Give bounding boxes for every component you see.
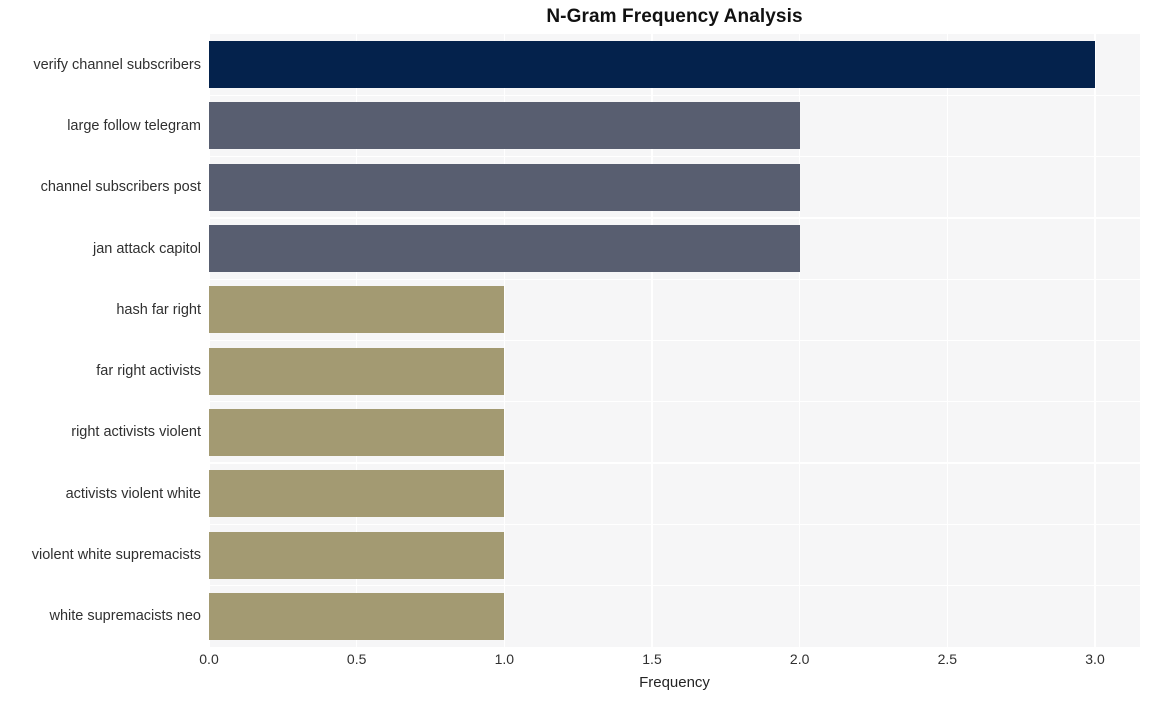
y-axis-tick-label: jan attack capitol	[92, 240, 201, 257]
chart-figure: N-Gram Frequency Analysis verify channel…	[0, 0, 1149, 701]
x-axis-tick-label: 2.0	[789, 651, 810, 667]
x-axis-tick-label: 2.5	[937, 651, 958, 667]
x-axis-label: Frequency	[639, 674, 710, 691]
bar[interactable]	[209, 41, 1095, 89]
x-axis-tick-label: 0.5	[346, 651, 367, 667]
y-axis-tick-label: right activists violent	[71, 424, 201, 441]
bar[interactable]	[209, 102, 800, 150]
bar[interactable]	[209, 470, 505, 518]
y-axis-tick-label: violent white supremacists	[31, 547, 201, 564]
y-axis-tick-label: channel subscribers post	[40, 179, 201, 196]
bar[interactable]	[209, 408, 505, 456]
y-axis-tick-label: verify channel subscribers	[33, 56, 201, 73]
horizontal-gridline	[209, 339, 1140, 342]
horizontal-gridline	[209, 278, 1140, 280]
horizontal-gridline	[209, 401, 1140, 403]
horizontal-gridline	[209, 217, 1140, 219]
y-axis-tick-label: hash far right	[116, 301, 201, 318]
horizontal-gridline	[209, 94, 1140, 96]
bar[interactable]	[209, 225, 800, 273]
y-axis-tick-label: large follow telegram	[67, 117, 201, 134]
horizontal-gridline	[209, 523, 1140, 526]
x-axis-tick-label: 1.0	[494, 651, 515, 667]
horizontal-gridline	[209, 462, 1140, 464]
y-axis-tick-label: activists violent white	[65, 485, 201, 502]
bar[interactable]	[209, 163, 800, 211]
y-axis-tick-label: far right activists	[96, 363, 201, 380]
y-axis-tick-label: white supremacists neo	[49, 608, 201, 625]
bar[interactable]	[209, 347, 505, 395]
x-axis-tick-label: 0.0	[199, 651, 219, 667]
x-axis-tick-labels: 0.0 0.5 1.0 1.5 2.0 2.5 3.0	[199, 651, 1140, 673]
plot-area	[209, 34, 1140, 647]
horizontal-gridline	[209, 155, 1140, 158]
bar[interactable]	[209, 531, 505, 579]
horizontal-gridline	[209, 585, 1140, 587]
bar[interactable]	[209, 592, 505, 640]
chart-title: N-Gram Frequency Analysis	[546, 6, 803, 27]
x-axis-tick-label: 1.5	[642, 651, 662, 667]
y-axis-tick-labels: verify channel subscribers large follow t…	[0, 34, 201, 647]
x-axis-tick-label: 3.0	[1085, 651, 1105, 667]
bar[interactable]	[209, 286, 505, 334]
